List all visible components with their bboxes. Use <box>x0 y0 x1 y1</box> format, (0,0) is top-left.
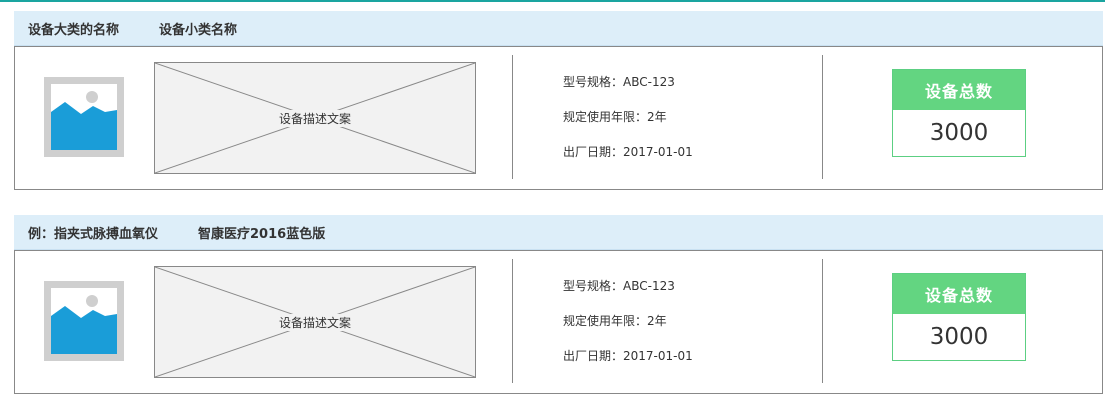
device-category: 设备大类的名称 <box>28 22 120 38</box>
card-header: 例：指夹式脉搏血氧仪 智康医疗2016蓝色版 <box>14 215 1103 250</box>
spec-life: 规定使用年限：2年 <box>563 110 667 124</box>
spec-life: 规定使用年限：2年 <box>563 314 667 328</box>
card-body: 设备描述文案 型号规格：ABC-123 规定使用年限：2年 出厂日期：2017-… <box>14 250 1103 394</box>
spec-model: 型号规格：ABC-123 <box>563 75 675 89</box>
spec-list: 型号规格：ABC-123 规定使用年限：2年 出厂日期：2017-01-01 <box>563 269 693 374</box>
device-subcategory: 设备小类名称 <box>159 22 238 38</box>
top-accent-rule <box>0 0 1105 2</box>
description-placeholder: 设备描述文案 <box>154 266 476 378</box>
card-body: 设备描述文案 型号规格：ABC-123 规定使用年限：2年 出厂日期：2017-… <box>14 46 1103 190</box>
spec-model: 型号规格：ABC-123 <box>563 279 675 293</box>
device-subcategory: 智康医疗2016蓝色版 <box>198 226 326 242</box>
description-placeholder: 设备描述文案 <box>154 62 476 174</box>
spec-date: 出厂日期：2017-01-01 <box>563 145 693 159</box>
device-card: 设备大类的名称 设备小类名称 设备描述文案 型号规格：ABC-123 规定使用年… <box>14 11 1103 190</box>
spec-list: 型号规格：ABC-123 规定使用年限：2年 出厂日期：2017-01-01 <box>563 65 693 170</box>
total-count-value: 3000 <box>929 324 989 350</box>
divider <box>822 55 823 179</box>
total-count-label: 设备总数 <box>893 274 1025 314</box>
divider <box>512 55 513 179</box>
total-count-box: 设备总数 3000 <box>892 69 1026 157</box>
image-placeholder-icon[interactable] <box>44 281 124 361</box>
card-header: 设备大类的名称 设备小类名称 <box>14 11 1103 46</box>
total-count-value: 3000 <box>929 120 989 146</box>
device-category: 例：指夹式脉搏血氧仪 <box>28 226 159 242</box>
description-text: 设备描述文案 <box>278 109 351 127</box>
spec-date: 出厂日期：2017-01-01 <box>563 349 693 363</box>
divider <box>512 259 513 383</box>
image-placeholder-icon[interactable] <box>44 77 124 157</box>
description-text: 设备描述文案 <box>278 313 351 331</box>
divider <box>822 259 823 383</box>
total-count-label: 设备总数 <box>893 70 1025 110</box>
device-card: 例：指夹式脉搏血氧仪 智康医疗2016蓝色版 设备描述文案 型号规格：ABC-1… <box>14 215 1103 394</box>
total-count-box: 设备总数 3000 <box>892 273 1026 361</box>
